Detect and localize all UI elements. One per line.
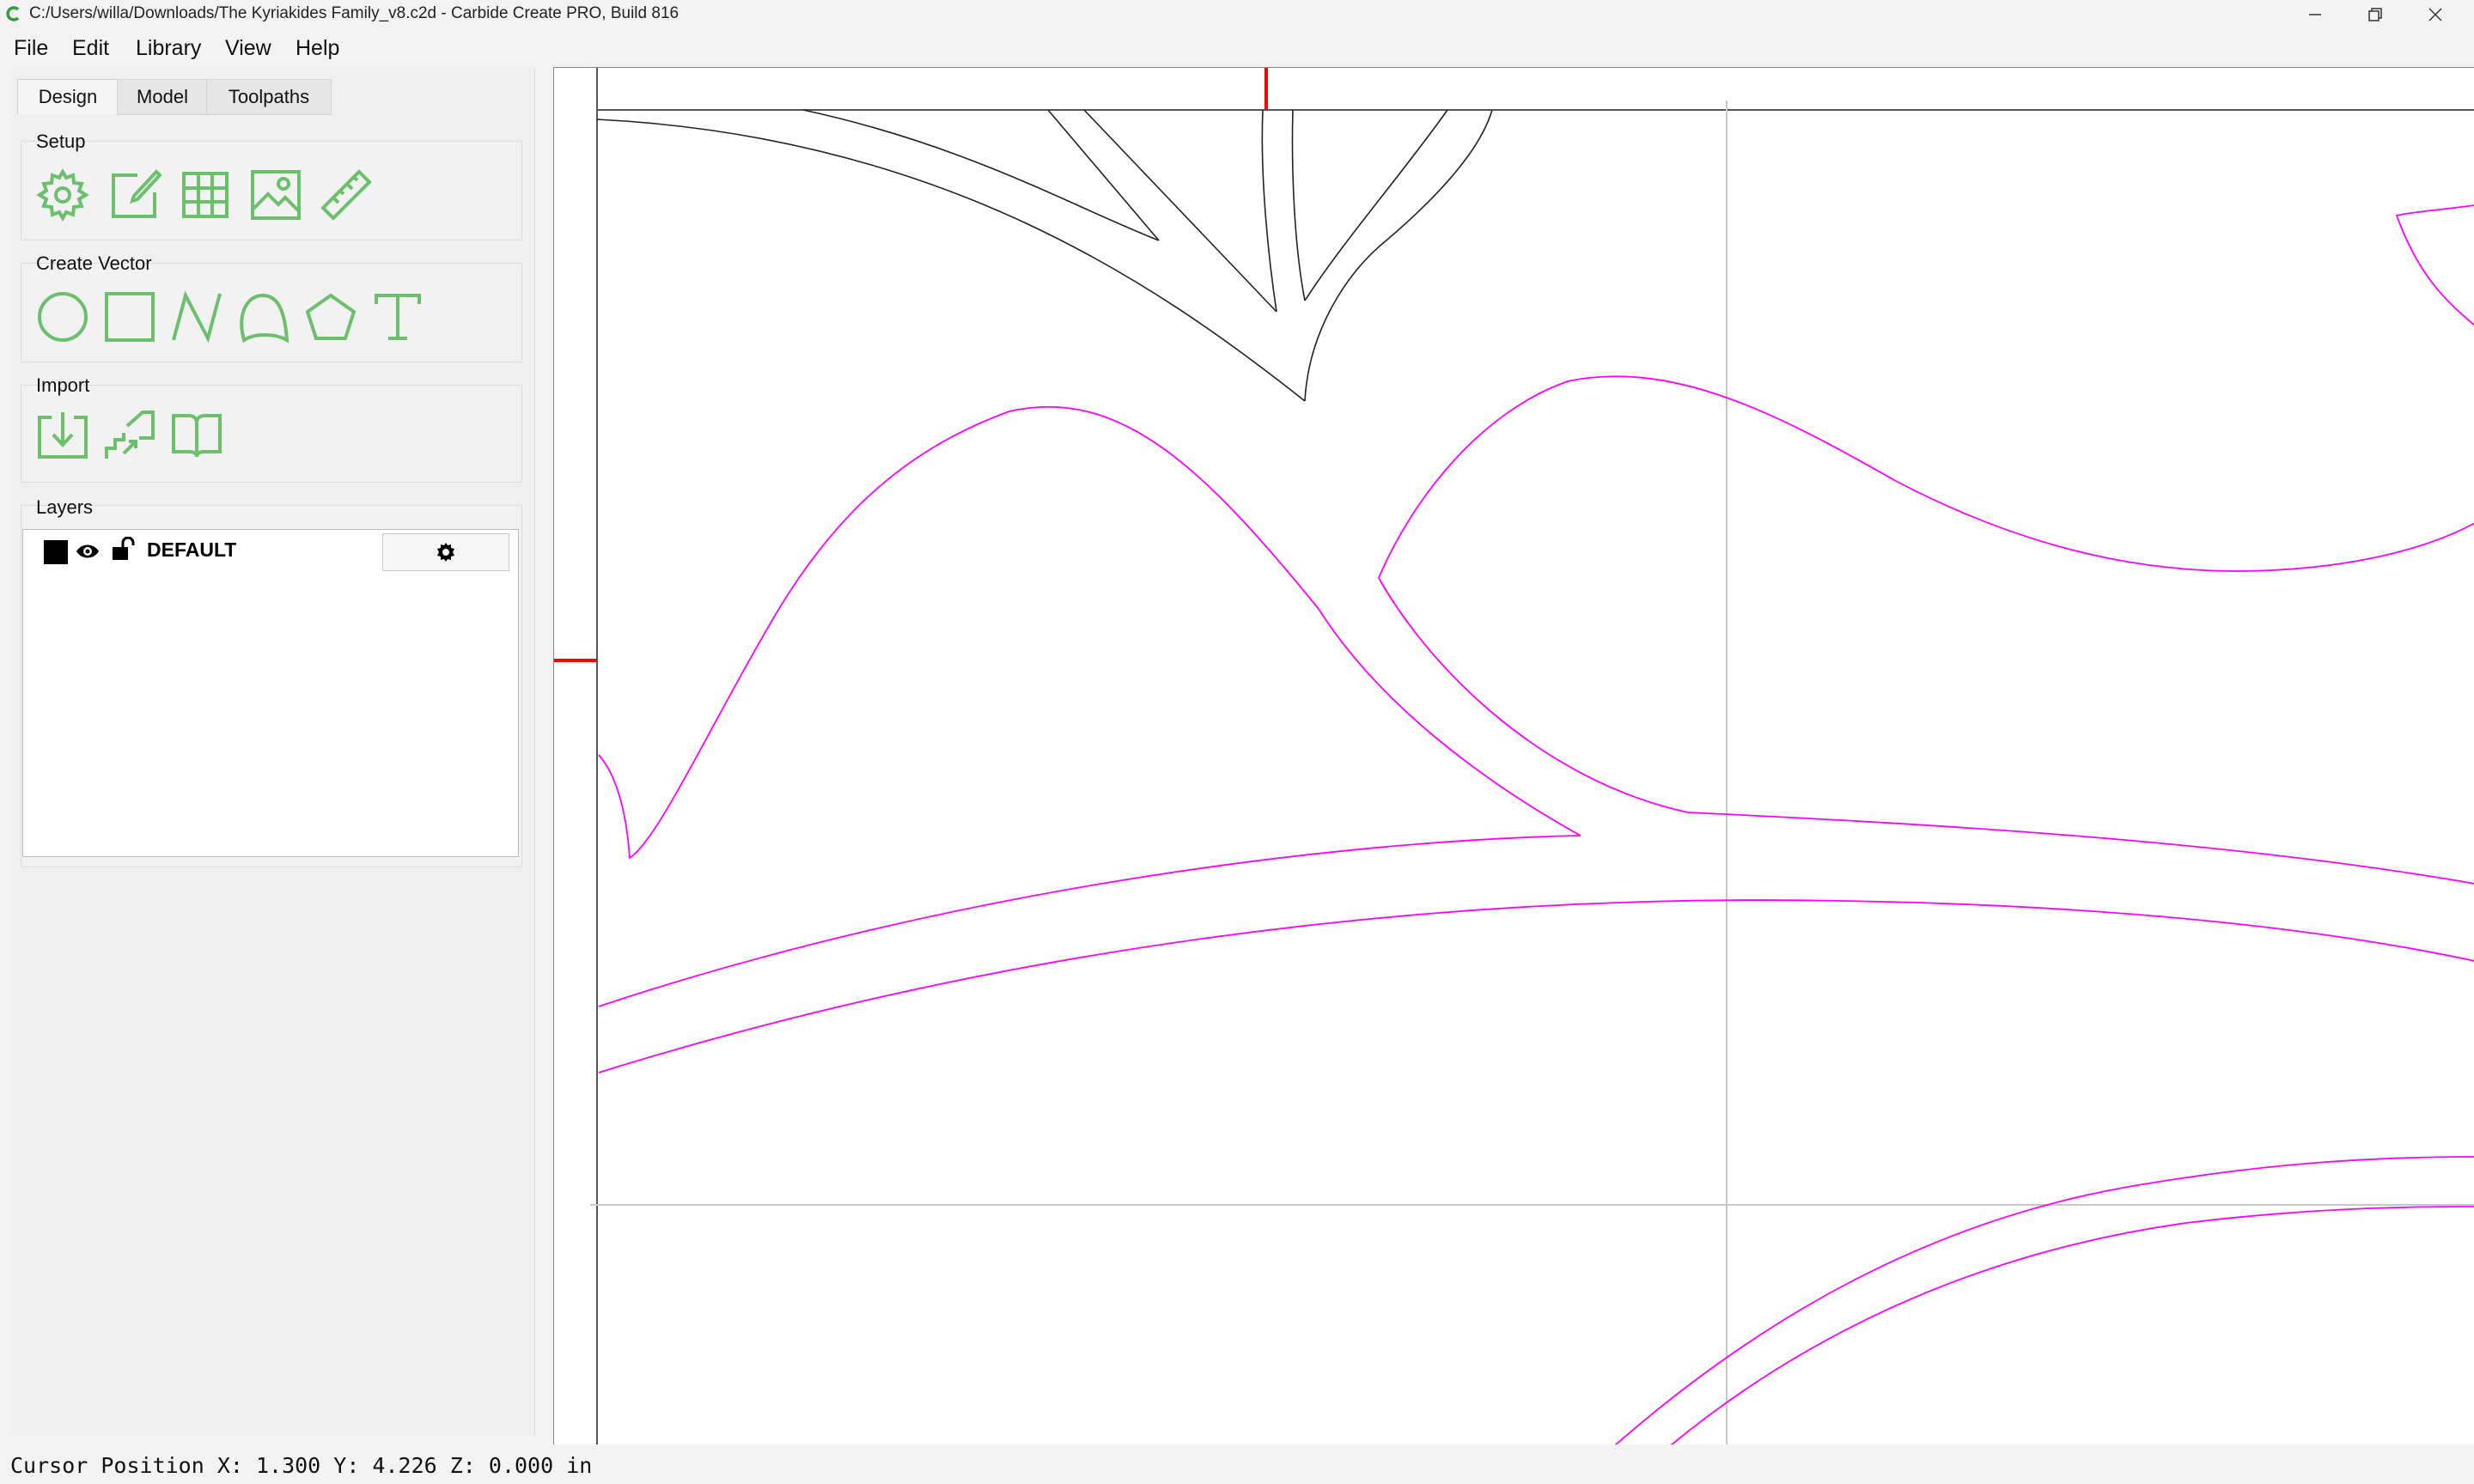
import-icon[interactable] xyxy=(36,409,89,462)
menu-file[interactable]: File xyxy=(14,36,48,61)
create-vector-group-label: Create Vector xyxy=(36,252,152,274)
setup-group-label: Setup xyxy=(36,131,86,152)
carbide-create-logo-icon xyxy=(6,6,20,21)
layer-settings-button[interactable] xyxy=(382,533,509,571)
menu-edit[interactable]: Edit xyxy=(72,36,109,61)
black-vector-shapes[interactable] xyxy=(596,109,1493,402)
text-icon[interactable] xyxy=(371,290,424,344)
design-panel: Design Model Toolpaths Setup Create Vect… xyxy=(10,67,535,1436)
polygon-icon[interactable] xyxy=(304,290,357,344)
status-bar: Cursor Position X: 1.300 Y: 4.226 Z: 0.0… xyxy=(0,1444,2474,1484)
ruler-icon[interactable] xyxy=(320,168,373,222)
settings-gear-icon[interactable] xyxy=(36,168,89,222)
canvas-drawing xyxy=(554,68,2474,1446)
import-group xyxy=(21,385,522,483)
design-canvas[interactable] xyxy=(553,67,2474,1446)
menu-library[interactable]: Library xyxy=(136,36,201,61)
tab-toolpaths[interactable]: Toolpaths xyxy=(206,79,332,115)
close-icon[interactable] xyxy=(2405,0,2465,29)
library-book-icon[interactable] xyxy=(170,409,223,462)
tab-design[interactable]: Design xyxy=(17,79,119,114)
gear-icon xyxy=(437,543,454,562)
layers-group-label: Layers xyxy=(36,496,94,518)
import-steps-icon[interactable] xyxy=(103,409,156,462)
minimize-icon[interactable] xyxy=(2285,0,2345,29)
left-ruler xyxy=(554,68,597,1445)
tab-model[interactable]: Model xyxy=(117,79,208,115)
window-title: C:/Users/willa/Downloads/The Kyriakides … xyxy=(29,4,679,22)
eye-icon[interactable] xyxy=(75,540,101,563)
layer-name: DEFAULT xyxy=(147,538,237,561)
layers-list: DEFAULT xyxy=(22,529,519,857)
menu-bar: File Edit Library View Help xyxy=(0,29,2474,67)
magenta-vector-shapes[interactable] xyxy=(598,204,2474,1446)
menu-view[interactable]: View xyxy=(225,36,271,61)
menu-help[interactable]: Help xyxy=(296,36,339,61)
circle-icon[interactable] xyxy=(36,290,89,344)
image-icon[interactable] xyxy=(249,168,302,222)
rectangle-icon[interactable] xyxy=(103,290,156,344)
cursor-position-readout: Cursor Position X: 1.300 Y: 4.226 Z: 0.0… xyxy=(10,1453,593,1478)
top-ruler xyxy=(554,68,2474,110)
restore-icon[interactable] xyxy=(2345,0,2405,29)
edit-document-icon[interactable] xyxy=(108,168,161,222)
import-group-label: Import xyxy=(36,374,90,396)
polyline-icon[interactable] xyxy=(170,290,223,344)
curve-icon[interactable] xyxy=(237,290,290,344)
unlock-icon[interactable] xyxy=(111,537,135,563)
layer-color-swatch[interactable] xyxy=(44,540,68,564)
title-bar: C:/Users/willa/Downloads/The Kyriakides … xyxy=(0,0,2474,29)
grid-icon[interactable] xyxy=(179,168,232,222)
